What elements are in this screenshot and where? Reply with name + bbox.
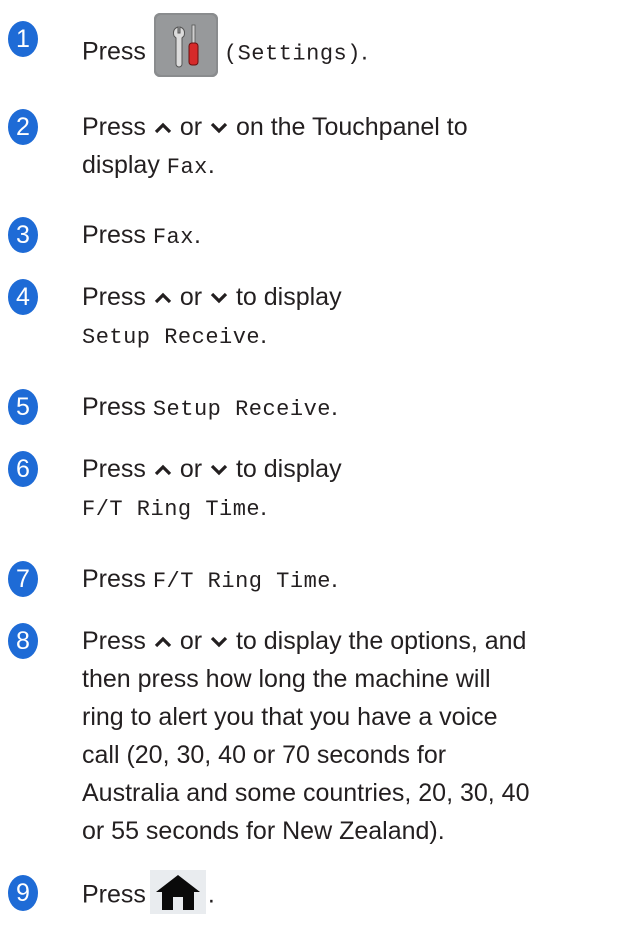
setup-receive-label: Setup Receive	[152, 397, 331, 422]
or-text: or	[179, 455, 203, 483]
home-icon[interactable]	[149, 870, 206, 914]
step-number: 9	[8, 875, 38, 911]
step-7: 7 Press F/T Ring Time.	[0, 556, 622, 597]
period: .	[331, 393, 338, 421]
fax-label: Fax	[152, 225, 194, 250]
step-1: 1 Press (Settings).	[0, 2, 622, 78]
step-text-line: Australia and some countries, 20, 30, 40	[82, 779, 530, 807]
up-arrow-icon	[154, 121, 172, 135]
step-text: Press	[82, 455, 146, 483]
step-text: to display the options, and	[235, 627, 527, 655]
down-arrow-icon	[210, 463, 228, 477]
down-arrow-icon	[210, 635, 228, 649]
step-5: 5 Press Setup Receive.	[0, 384, 622, 425]
fax-label: Fax	[166, 155, 208, 180]
period: .	[207, 151, 215, 179]
settings-icon[interactable]	[153, 13, 218, 77]
setup-receive-label: Setup Receive	[82, 325, 261, 350]
step-text-line: then press how long the machine will	[82, 665, 491, 693]
period: .	[207, 880, 215, 909]
or-text: or	[179, 283, 203, 311]
step-number: 1	[8, 21, 38, 57]
step-text: display	[82, 151, 160, 179]
step-number: 7	[8, 561, 38, 597]
step-text: Press	[82, 37, 146, 66]
step-text: Press	[82, 113, 146, 141]
step-text: Press	[82, 221, 146, 249]
period: .	[331, 565, 338, 593]
step-9: 9 Press .	[0, 868, 622, 918]
step-text: on the Touchpanel to	[235, 113, 468, 141]
step-text: to display	[235, 455, 342, 483]
step-text: Press	[82, 565, 146, 593]
or-text: or	[179, 627, 203, 655]
step-number: 6	[8, 451, 38, 487]
up-arrow-icon	[154, 291, 172, 305]
step-8: 8 Press or to display the options, and t…	[0, 618, 622, 850]
step-number: 8	[8, 623, 38, 659]
step-text: Press	[82, 880, 146, 909]
up-arrow-icon	[154, 635, 172, 649]
down-arrow-icon	[210, 291, 228, 305]
step-number: 2	[8, 109, 38, 145]
step-6: 6 Press or to display F/T Ring Time.	[0, 446, 622, 526]
setting-menu-label: (Settings)	[223, 41, 361, 67]
step-2: 2 Press or on the Touchpanel to display …	[0, 104, 622, 184]
step-text: to display	[235, 283, 342, 311]
up-arrow-icon	[154, 463, 172, 477]
period: .	[260, 321, 268, 349]
step-4: 4 Press or to display Setup Receive.	[0, 274, 622, 354]
down-arrow-icon	[210, 121, 228, 135]
or-text: or	[179, 113, 203, 141]
step-number: 3	[8, 217, 38, 253]
step-text: Press	[82, 283, 146, 311]
period: .	[360, 37, 368, 66]
ft-ring-time-label: F/T Ring Time	[82, 497, 261, 522]
step-number: 4	[8, 279, 38, 315]
period: .	[193, 221, 201, 249]
step-text: Press	[82, 393, 146, 421]
step-number: 5	[8, 389, 38, 425]
step-text: Press	[82, 627, 146, 655]
step-text-line: call (20, 30, 40 or 70 seconds for	[82, 741, 447, 769]
period: .	[260, 493, 268, 521]
ft-ring-time-label: F/T Ring Time	[152, 569, 331, 594]
step-text-line: or 55 seconds for New Zealand).	[82, 817, 445, 845]
step-3: 3 Press Fax.	[0, 212, 622, 253]
step-text-line: ring to alert you that you have a voice	[82, 703, 498, 731]
